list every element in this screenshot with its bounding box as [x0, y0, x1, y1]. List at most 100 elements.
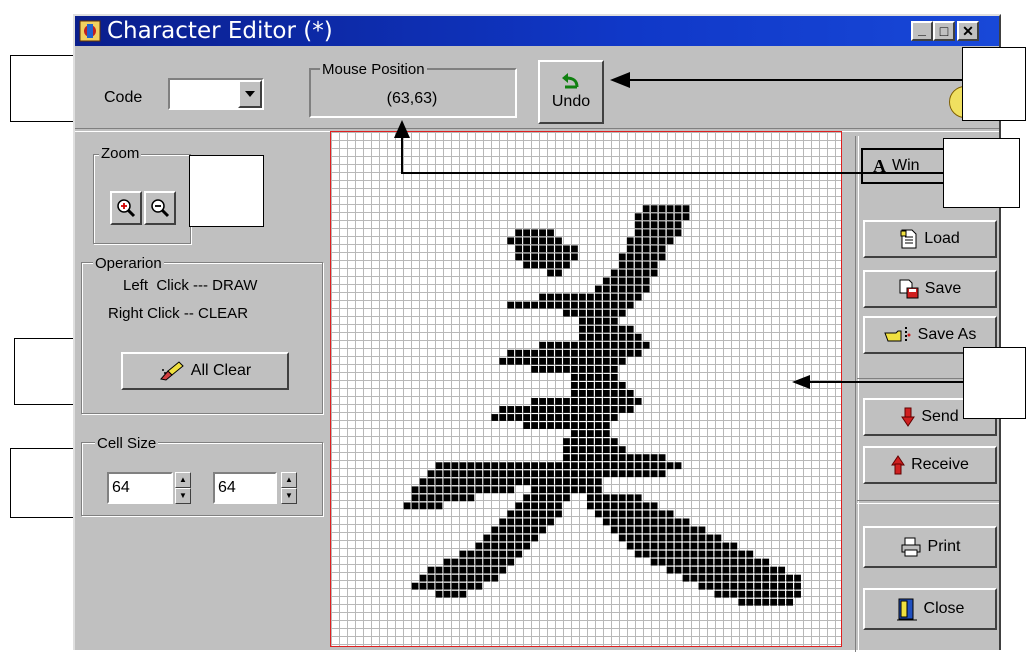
filled-cell — [610, 446, 618, 454]
filled-cell — [563, 309, 570, 317]
cell-width-spinner[interactable]: ▲ ▼ — [175, 472, 191, 504]
cell-height-field[interactable]: 64 — [213, 472, 277, 504]
filled-cell — [642, 253, 650, 261]
filled-cell — [523, 510, 531, 518]
filled-cell — [419, 502, 427, 510]
filled-cell — [571, 390, 578, 397]
filled-cell — [451, 582, 459, 590]
filled-cell — [547, 261, 554, 269]
filled-cell — [547, 510, 554, 518]
filled-cell — [571, 293, 578, 301]
character-drawing-grid[interactable] — [330, 131, 842, 647]
filled-cell — [427, 574, 435, 582]
filled-cell — [555, 470, 562, 478]
filled-cell — [451, 590, 459, 598]
filled-cell — [547, 245, 554, 253]
filled-cell — [451, 566, 459, 574]
filled-cell — [563, 398, 570, 405]
code-dropdown[interactable] — [168, 78, 264, 110]
filled-cell — [571, 470, 578, 478]
filled-cell — [515, 526, 523, 534]
save-button[interactable]: Save — [863, 270, 997, 308]
filled-cell — [499, 518, 507, 526]
filled-cell — [762, 566, 770, 574]
spin-down-icon[interactable]: ▼ — [281, 488, 297, 504]
title-bar[interactable]: Character Editor (*) _ □ ✕ — [75, 16, 999, 46]
filled-cell — [658, 526, 666, 534]
filled-cell — [674, 550, 682, 558]
undo-label: Undo — [551, 93, 591, 110]
filled-cell — [579, 486, 586, 494]
filled-cell — [634, 526, 642, 534]
win-label: Win — [892, 157, 920, 174]
print-button[interactable]: Print — [863, 526, 997, 568]
filled-cell — [778, 582, 786, 590]
filled-cell — [579, 438, 586, 446]
close-window-button[interactable]: ✕ — [957, 21, 979, 41]
filled-cell — [602, 301, 610, 309]
filled-cell — [698, 574, 706, 582]
filled-cell — [539, 301, 546, 309]
mouse-position-label: Mouse Position — [320, 61, 427, 78]
filled-cell — [507, 406, 515, 413]
close-button[interactable]: Close — [863, 588, 997, 630]
filled-cell — [531, 365, 538, 373]
filled-cell — [539, 293, 546, 301]
filled-cell — [754, 590, 762, 598]
filled-cell — [459, 494, 467, 502]
filled-cell — [594, 301, 602, 309]
filled-cell — [634, 454, 642, 462]
filled-cell — [587, 301, 594, 309]
filled-cell — [523, 470, 531, 478]
filled-cell — [658, 245, 666, 253]
filled-cell — [682, 518, 690, 526]
filled-cell — [658, 542, 666, 550]
filled-cell — [706, 574, 714, 582]
spin-up-icon[interactable]: ▲ — [175, 472, 191, 488]
filled-cell — [491, 534, 499, 542]
cell-width-field[interactable]: 64 — [107, 472, 173, 504]
filled-cell — [610, 293, 618, 301]
filled-cell — [642, 518, 650, 526]
code-dropdown-button[interactable] — [238, 80, 262, 108]
maximize-button[interactable]: □ — [933, 21, 955, 41]
load-button[interactable]: Load — [863, 220, 997, 258]
spin-up-icon[interactable]: ▲ — [281, 472, 297, 488]
filled-cell — [491, 574, 499, 582]
undo-button[interactable]: Undo — [538, 60, 604, 124]
filled-cell — [587, 494, 594, 502]
filled-cell — [579, 301, 586, 309]
filled-cell — [674, 221, 682, 229]
filled-cell — [722, 542, 730, 550]
filled-cell — [634, 341, 642, 349]
filled-cell — [602, 422, 610, 429]
minimize-button[interactable]: _ — [911, 21, 933, 41]
filled-cell — [610, 526, 618, 534]
all-clear-button[interactable]: All Clear — [121, 352, 289, 390]
zoom-out-button[interactable] — [144, 191, 176, 225]
filled-cell — [602, 510, 610, 518]
filled-cell — [491, 550, 499, 558]
filled-cell — [594, 317, 602, 325]
filled-cell — [618, 446, 626, 454]
filled-cell — [658, 221, 666, 229]
filled-cell — [666, 221, 674, 229]
filled-cell — [555, 301, 562, 309]
filled-cell — [547, 406, 554, 413]
filled-cell — [634, 213, 642, 221]
filled-cell — [443, 558, 451, 566]
filled-cell — [618, 510, 626, 518]
cell-height-spinner[interactable]: ▲ ▼ — [281, 472, 297, 504]
filled-cell — [722, 574, 730, 582]
zoom-in-button[interactable] — [110, 191, 142, 225]
filled-cell — [579, 414, 586, 421]
filled-cell — [547, 462, 554, 470]
filled-cell — [650, 502, 658, 510]
filled-cell — [610, 414, 618, 421]
filled-cell — [571, 414, 578, 421]
filled-cell — [579, 406, 586, 413]
receive-button[interactable]: Receive — [863, 446, 997, 484]
filled-cell — [778, 590, 786, 598]
spin-down-icon[interactable]: ▼ — [175, 488, 191, 504]
filled-cell — [547, 237, 554, 245]
